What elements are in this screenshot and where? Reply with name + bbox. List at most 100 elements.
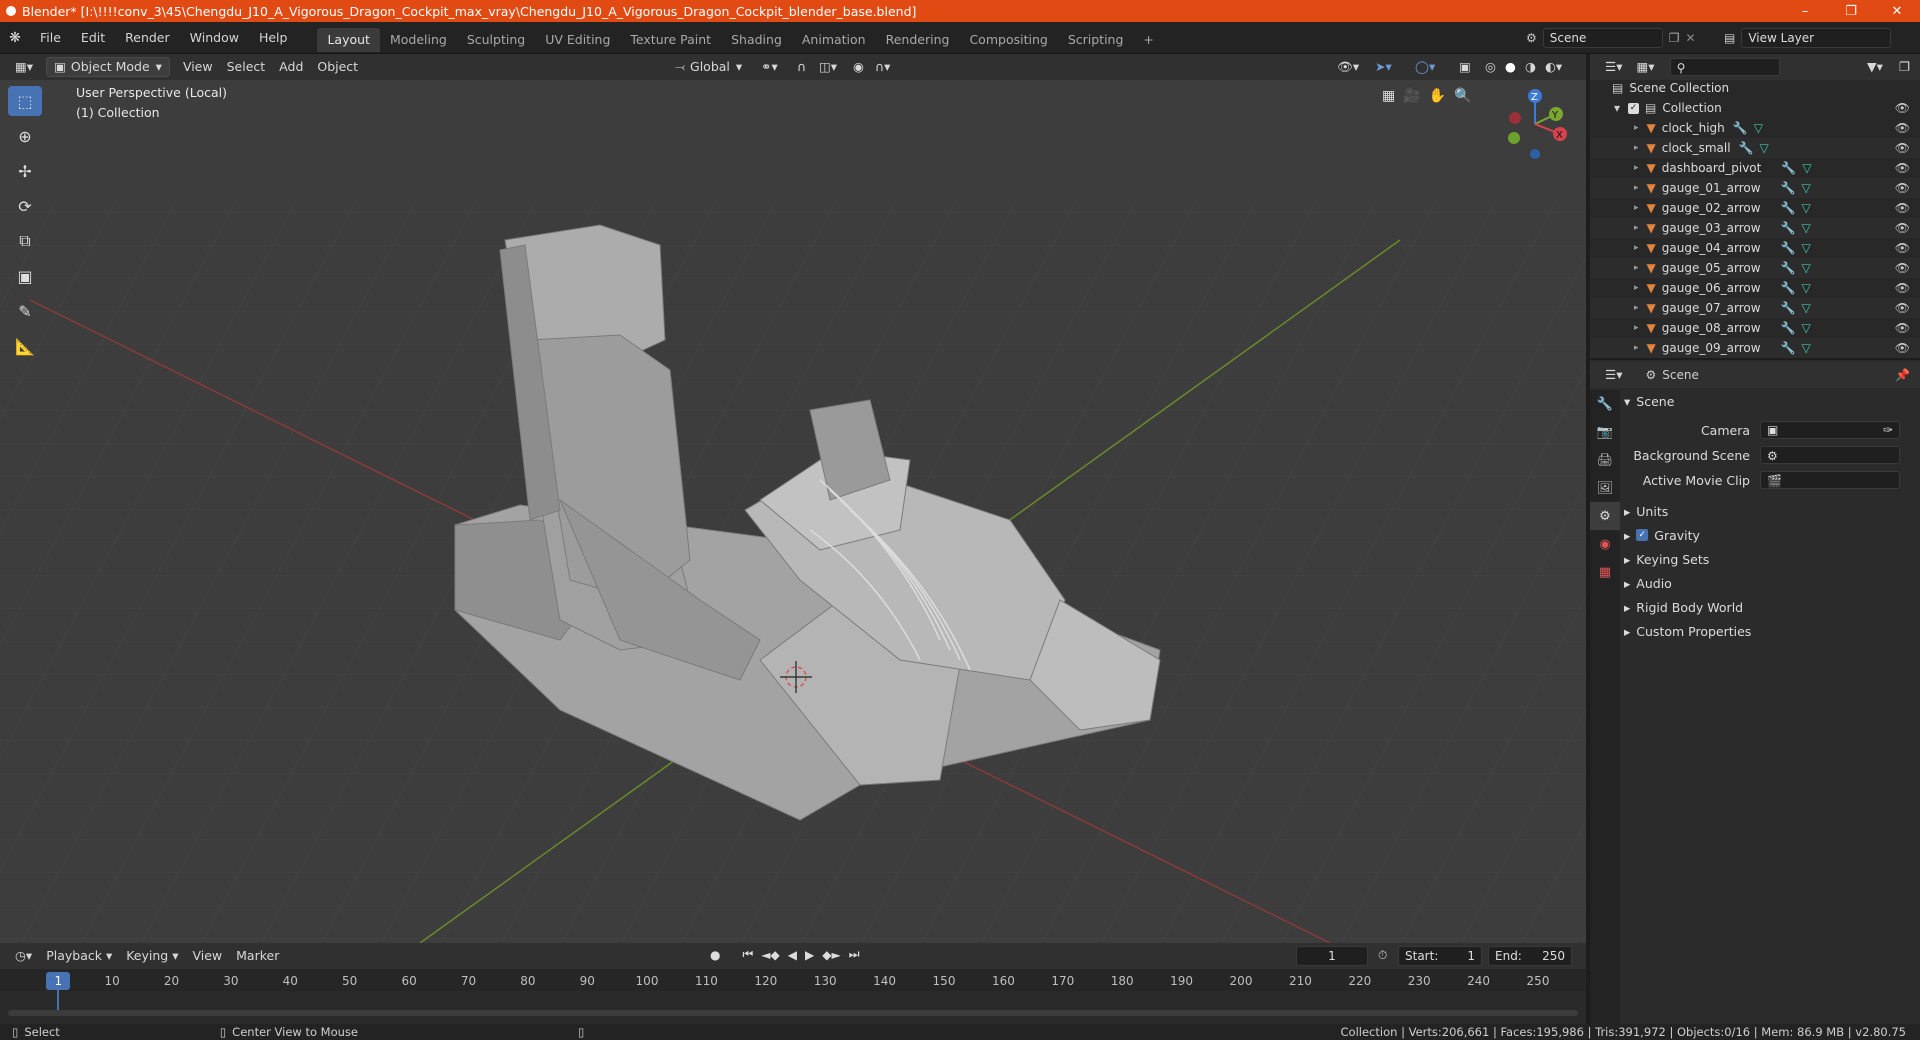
timeline-scrollbar[interactable] bbox=[8, 1010, 1578, 1016]
modifier-wrench-icon[interactable]: 🔧 bbox=[1781, 241, 1796, 255]
falloff-icon[interactable]: ∩▾ bbox=[868, 57, 897, 77]
maximize-button[interactable]: ❐ bbox=[1828, 0, 1874, 22]
cursor-tool-icon[interactable]: ⊕ bbox=[8, 121, 42, 151]
active-movie-clip-field[interactable]: 🎬 bbox=[1760, 471, 1900, 489]
eye-icon[interactable]: 👁 bbox=[1895, 261, 1910, 275]
modifier-wrench-icon[interactable]: 🔧 bbox=[1781, 341, 1796, 355]
scale-tool-icon[interactable]: ⧉ bbox=[8, 226, 42, 256]
mesh-data-icon[interactable]: ▽ bbox=[1801, 321, 1810, 335]
tab-animation[interactable]: Animation bbox=[792, 28, 876, 52]
chevron-right-icon[interactable]: ▸ bbox=[1634, 123, 1639, 133]
menu-keying[interactable]: Keying ▾ bbox=[119, 946, 185, 966]
outliner-collection[interactable]: ▾ ✓ ▤ Collection 👁 bbox=[1590, 98, 1920, 118]
gravity-checkbox[interactable]: ✓ bbox=[1636, 529, 1649, 541]
chevron-down-icon[interactable]: ▾ bbox=[1614, 101, 1620, 115]
modifier-wrench-icon[interactable]: 🔧 bbox=[1781, 261, 1796, 275]
editor-type-icon[interactable]: ▦▾ bbox=[8, 57, 40, 77]
texture-tab-icon[interactable]: ▦ bbox=[1590, 558, 1620, 586]
collection-checkbox[interactable]: ✓ bbox=[1628, 102, 1640, 114]
menu-edit[interactable]: Edit bbox=[71, 22, 115, 54]
play-reverse-icon[interactable]: ◀ bbox=[788, 948, 797, 962]
modifier-wrench-icon[interactable]: 🔧 bbox=[1781, 321, 1796, 335]
menu-help[interactable]: Help bbox=[249, 22, 298, 54]
tab-rendering[interactable]: Rendering bbox=[876, 28, 960, 52]
scene-panel-header[interactable]: ▾ Scene bbox=[1620, 390, 1920, 412]
chevron-right-icon[interactable]: ▸ bbox=[1634, 323, 1639, 333]
menu-render[interactable]: Render bbox=[115, 22, 180, 54]
outliner-item[interactable]: ▸ ▼ dashboard_pivot 🔧 ▽ 👁 bbox=[1590, 158, 1920, 178]
outliner-item[interactable]: ▸ ▼ clock_small 🔧 ▽ 👁 bbox=[1590, 138, 1920, 158]
play-icon[interactable]: ▶ bbox=[805, 948, 814, 962]
outliner-item[interactable]: ▸ ▼ gauge_06_arrow 🔧 ▽ 👁 bbox=[1590, 278, 1920, 298]
mesh-data-icon[interactable]: ▽ bbox=[1801, 281, 1810, 295]
modifier-wrench-icon[interactable]: 🔧 bbox=[1781, 221, 1796, 235]
chevron-right-icon[interactable]: ▸ bbox=[1634, 303, 1639, 313]
menu-marker[interactable]: Marker bbox=[229, 946, 286, 966]
record-icon[interactable]: ● bbox=[710, 948, 720, 962]
stopwatch-icon[interactable]: ⏱ bbox=[1378, 948, 1387, 963]
orientation-gizmo[interactable]: Z Y X bbox=[1500, 84, 1570, 164]
tab-sculpting[interactable]: Sculpting bbox=[457, 28, 535, 52]
mesh-data-icon[interactable]: ▽ bbox=[1801, 221, 1810, 235]
tab-scripting[interactable]: Scripting bbox=[1058, 28, 1134, 52]
outliner-item[interactable]: ▸ ▼ gauge_05_arrow 🔧 ▽ 👁 bbox=[1590, 258, 1920, 278]
chevron-right-icon[interactable]: ▸ bbox=[1634, 143, 1639, 153]
xray-icon[interactable]: ▣ bbox=[1452, 57, 1478, 77]
close-button[interactable]: ✕ bbox=[1874, 0, 1920, 22]
eyedropper-icon[interactable]: ✑ bbox=[1883, 421, 1893, 439]
tool-tab-icon[interactable]: 🔧 bbox=[1590, 390, 1620, 418]
eye-icon[interactable]: 👁 bbox=[1895, 341, 1910, 355]
chevron-right-icon[interactable]: ▸ bbox=[1634, 183, 1639, 193]
jump-start-icon[interactable]: ⏮ bbox=[742, 947, 753, 962]
chevron-right-icon[interactable]: ▸ bbox=[1634, 223, 1639, 233]
view-layer-tab-icon[interactable]: 🖼 bbox=[1590, 474, 1620, 502]
blender-menu-icon[interactable]: ❋ bbox=[0, 30, 30, 46]
keying-sets-section[interactable]: ▸ Keying Sets bbox=[1620, 548, 1920, 570]
mesh-data-icon[interactable]: ▽ bbox=[1801, 201, 1810, 215]
outliner-item[interactable]: ▸ ▼ gauge_04_arrow 🔧 ▽ 👁 bbox=[1590, 238, 1920, 258]
current-frame-field[interactable]: 1 bbox=[1296, 946, 1368, 966]
gravity-section[interactable]: ▸ ✓ Gravity bbox=[1620, 524, 1920, 546]
modifier-wrench-icon[interactable]: 🔧 bbox=[1781, 301, 1796, 315]
next-keyframe-icon[interactable]: ◆► bbox=[822, 948, 840, 962]
scene-field[interactable]: Scene bbox=[1542, 28, 1663, 48]
rotate-tool-icon[interactable]: ⟳ bbox=[8, 191, 42, 221]
mesh-data-icon[interactable]: ▽ bbox=[1801, 181, 1810, 195]
tab-layout[interactable]: Layout bbox=[317, 27, 380, 52]
menu-file[interactable]: File bbox=[30, 22, 71, 54]
overlay-toggle-icon[interactable]: ◯▾ bbox=[1408, 57, 1442, 77]
outliner-search-input[interactable]: ⚲ bbox=[1669, 58, 1780, 76]
outliner-editor-icon[interactable]: ☰▾ bbox=[1598, 57, 1629, 77]
visibility-icon[interactable]: 👁▾ bbox=[1330, 57, 1366, 77]
eye-icon[interactable]: 👁 bbox=[1895, 201, 1910, 215]
modifier-wrench-icon[interactable]: 🔧 bbox=[1781, 281, 1796, 295]
eye-icon[interactable]: 👁 bbox=[1895, 301, 1910, 315]
tab-compositing[interactable]: Compositing bbox=[959, 28, 1057, 52]
camera-field[interactable]: ▣ ✑ bbox=[1760, 421, 1900, 439]
outliner-item[interactable]: ▸ ▼ gauge_09_arrow 🔧 ▽ 👁 bbox=[1590, 338, 1920, 358]
chevron-right-icon[interactable]: ▸ bbox=[1634, 203, 1639, 213]
mesh-data-icon[interactable]: ▽ bbox=[1760, 141, 1769, 155]
eye-icon[interactable]: 👁 bbox=[1895, 281, 1910, 295]
menu-object[interactable]: Object bbox=[310, 57, 365, 77]
snap-icon[interactable]: ∩ bbox=[790, 57, 813, 77]
modifier-wrench-icon[interactable]: 🔧 bbox=[1781, 201, 1796, 215]
shading-rendered-icon[interactable]: ◐▾ bbox=[1538, 57, 1569, 77]
orientation-selector[interactable]: ⤙ Global ▾ bbox=[668, 57, 749, 77]
pin-icon[interactable]: 📌 bbox=[1895, 368, 1910, 382]
eye-icon[interactable]: 👁 bbox=[1895, 121, 1910, 135]
menu-select[interactable]: Select bbox=[220, 57, 273, 77]
3d-viewport[interactable] bbox=[0, 80, 1586, 943]
eye-icon[interactable]: 👁 bbox=[1895, 241, 1910, 255]
menu-add[interactable]: Add bbox=[272, 57, 310, 77]
start-frame-field[interactable]: Start: 1 bbox=[1398, 946, 1482, 966]
add-workspace-icon[interactable]: + bbox=[1133, 28, 1163, 52]
chevron-right-icon[interactable]: ▸ bbox=[1634, 263, 1639, 273]
mesh-data-icon[interactable]: ▽ bbox=[1801, 341, 1810, 355]
tab-modeling[interactable]: Modeling bbox=[380, 28, 457, 52]
zoom-icon[interactable]: 🔍 bbox=[1454, 88, 1471, 104]
outliner-item[interactable]: ▸ ▼ clock_high 🔧 ▽ 👁 bbox=[1590, 118, 1920, 138]
eye-icon[interactable]: 👁 bbox=[1895, 161, 1910, 175]
chevron-right-icon[interactable]: ▸ bbox=[1634, 283, 1639, 293]
view-layer-field[interactable]: View Layer bbox=[1741, 28, 1892, 48]
